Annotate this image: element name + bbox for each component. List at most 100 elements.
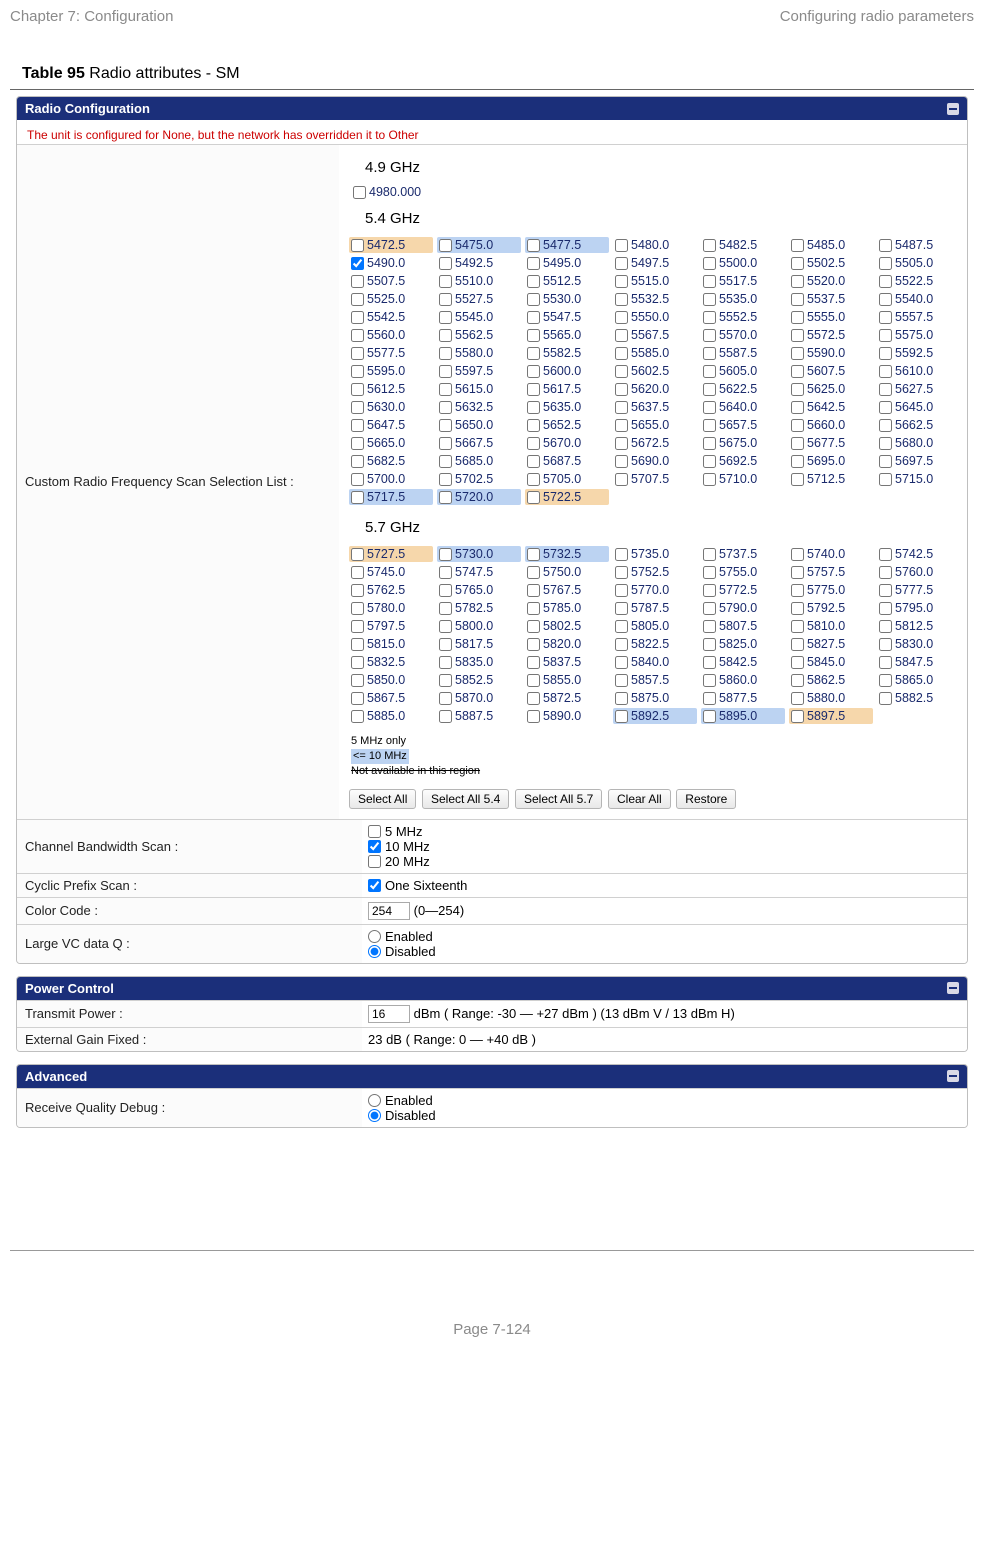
freq-5772.5[interactable]: 5772.5 xyxy=(701,582,785,598)
select-all-button[interactable]: Select All xyxy=(349,789,416,809)
freq-5787.5-checkbox[interactable] xyxy=(615,602,628,615)
freq-5605.0[interactable]: 5605.0 xyxy=(701,363,785,379)
freq-5897.5-checkbox[interactable] xyxy=(791,710,804,723)
freq-5585.0-checkbox[interactable] xyxy=(615,347,628,360)
freq-5862.5[interactable]: 5862.5 xyxy=(789,672,873,688)
freq-5647.5[interactable]: 5647.5 xyxy=(349,417,433,433)
freq-5622.5-checkbox[interactable] xyxy=(703,383,716,396)
freq-5487.5[interactable]: 5487.5 xyxy=(877,237,961,253)
freq-5847.5[interactable]: 5847.5 xyxy=(877,654,961,670)
freq-5630.0[interactable]: 5630.0 xyxy=(349,399,433,415)
freq-5540.0[interactable]: 5540.0 xyxy=(877,291,961,307)
freq-5577.5[interactable]: 5577.5 xyxy=(349,345,433,361)
rq-enabled-radio[interactable] xyxy=(368,1094,381,1107)
freq-5785.0[interactable]: 5785.0 xyxy=(525,600,609,616)
freq-5767.5[interactable]: 5767.5 xyxy=(525,582,609,598)
freq-5672.5-checkbox[interactable] xyxy=(615,437,628,450)
vcq-enabled-radio[interactable] xyxy=(368,930,381,943)
freq-5572.5[interactable]: 5572.5 xyxy=(789,327,873,343)
freq-5655.0[interactable]: 5655.0 xyxy=(613,417,697,433)
freq-5562.5[interactable]: 5562.5 xyxy=(437,327,521,343)
vcq-disabled-radio[interactable] xyxy=(368,945,381,958)
freq-5782.5-checkbox[interactable] xyxy=(439,602,452,615)
freq-5815.0-checkbox[interactable] xyxy=(351,638,364,651)
freq-5625.0-checkbox[interactable] xyxy=(791,383,804,396)
freq-5617.5-checkbox[interactable] xyxy=(527,383,540,396)
freq-5645.0-checkbox[interactable] xyxy=(879,401,892,414)
freq-5545.0-checkbox[interactable] xyxy=(439,311,452,324)
freq-5547.5[interactable]: 5547.5 xyxy=(525,309,609,325)
freq-5865.0-checkbox[interactable] xyxy=(879,674,892,687)
freq-5497.5[interactable]: 5497.5 xyxy=(613,255,697,271)
freq-5635.0-checkbox[interactable] xyxy=(527,401,540,414)
freq-5797.5[interactable]: 5797.5 xyxy=(349,618,433,634)
freq-5865.0[interactable]: 5865.0 xyxy=(877,672,961,688)
freq-5665.0[interactable]: 5665.0 xyxy=(349,435,433,451)
freq-5720.0[interactable]: 5720.0 xyxy=(437,489,521,505)
freq-5687.5-checkbox[interactable] xyxy=(527,455,540,468)
freq-5712.5-checkbox[interactable] xyxy=(791,473,804,486)
freq-5667.5-checkbox[interactable] xyxy=(439,437,452,450)
freq-5660.0[interactable]: 5660.0 xyxy=(789,417,873,433)
freq-5827.5[interactable]: 5827.5 xyxy=(789,636,873,652)
freq-5522.5[interactable]: 5522.5 xyxy=(877,273,961,289)
freq-5595.0[interactable]: 5595.0 xyxy=(349,363,433,379)
freq-4980-checkbox[interactable] xyxy=(353,186,366,199)
freq-5635.0[interactable]: 5635.0 xyxy=(525,399,609,415)
freq-5555.0-checkbox[interactable] xyxy=(791,311,804,324)
freq-5735.0[interactable]: 5735.0 xyxy=(613,546,697,562)
freq-5637.5-checkbox[interactable] xyxy=(615,401,628,414)
freq-5520.0[interactable]: 5520.0 xyxy=(789,273,873,289)
freq-5615.0-checkbox[interactable] xyxy=(439,383,452,396)
freq-5872.5[interactable]: 5872.5 xyxy=(525,690,609,706)
freq-5605.0-checkbox[interactable] xyxy=(703,365,716,378)
freq-5620.0[interactable]: 5620.0 xyxy=(613,381,697,397)
freq-5475.0-checkbox[interactable] xyxy=(439,239,452,252)
freq-5670.0-checkbox[interactable] xyxy=(527,437,540,450)
freq-5575.0[interactable]: 5575.0 xyxy=(877,327,961,343)
freq-5507.5[interactable]: 5507.5 xyxy=(349,273,433,289)
freq-5792.5-checkbox[interactable] xyxy=(791,602,804,615)
freq-5805.0[interactable]: 5805.0 xyxy=(613,618,697,634)
freq-5850.0-checkbox[interactable] xyxy=(351,674,364,687)
freq-5490.0-checkbox[interactable] xyxy=(351,257,364,270)
freq-5712.5[interactable]: 5712.5 xyxy=(789,471,873,487)
freq-5832.5[interactable]: 5832.5 xyxy=(349,654,433,670)
bw-10mhz-option[interactable]: 10 MHz xyxy=(368,839,961,854)
freq-5525.0[interactable]: 5525.0 xyxy=(349,291,433,307)
freq-5555.0[interactable]: 5555.0 xyxy=(789,309,873,325)
freq-5710.0-checkbox[interactable] xyxy=(703,473,716,486)
freq-5600.0[interactable]: 5600.0 xyxy=(525,363,609,379)
freq-5502.5-checkbox[interactable] xyxy=(791,257,804,270)
freq-5782.5[interactable]: 5782.5 xyxy=(437,600,521,616)
transmit-power-input[interactable] xyxy=(368,1005,410,1023)
freq-5770.0-checkbox[interactable] xyxy=(615,584,628,597)
freq-5645.0[interactable]: 5645.0 xyxy=(877,399,961,415)
freq-5862.5-checkbox[interactable] xyxy=(791,674,804,687)
clear-all-button[interactable]: Clear All xyxy=(608,789,671,809)
freq-5472.5-checkbox[interactable] xyxy=(351,239,364,252)
freq-5882.5-checkbox[interactable] xyxy=(879,692,892,705)
freq-5817.5-checkbox[interactable] xyxy=(439,638,452,651)
freq-5552.5-checkbox[interactable] xyxy=(703,311,716,324)
freq-5735.0-checkbox[interactable] xyxy=(615,548,628,561)
freq-5477.5[interactable]: 5477.5 xyxy=(525,237,609,253)
freq-5595.0-checkbox[interactable] xyxy=(351,365,364,378)
freq-5895.0-checkbox[interactable] xyxy=(703,710,716,723)
freq-5715.0[interactable]: 5715.0 xyxy=(877,471,961,487)
freq-5842.5-checkbox[interactable] xyxy=(703,656,716,669)
freq-5777.5[interactable]: 5777.5 xyxy=(877,582,961,598)
rq-disabled-option[interactable]: Disabled xyxy=(368,1108,961,1123)
freq-5780.0-checkbox[interactable] xyxy=(351,602,364,615)
freq-5832.5-checkbox[interactable] xyxy=(351,656,364,669)
freq-5802.5[interactable]: 5802.5 xyxy=(525,618,609,634)
freq-5700.0[interactable]: 5700.0 xyxy=(349,471,433,487)
rq-disabled-radio[interactable] xyxy=(368,1109,381,1122)
select-all-54-button[interactable]: Select All 5.4 xyxy=(422,789,509,809)
freq-5760.0[interactable]: 5760.0 xyxy=(877,564,961,580)
freq-5535.0[interactable]: 5535.0 xyxy=(701,291,785,307)
freq-5505.0[interactable]: 5505.0 xyxy=(877,255,961,271)
freq-5625.0[interactable]: 5625.0 xyxy=(789,381,873,397)
freq-5837.5-checkbox[interactable] xyxy=(527,656,540,669)
freq-5615.0[interactable]: 5615.0 xyxy=(437,381,521,397)
